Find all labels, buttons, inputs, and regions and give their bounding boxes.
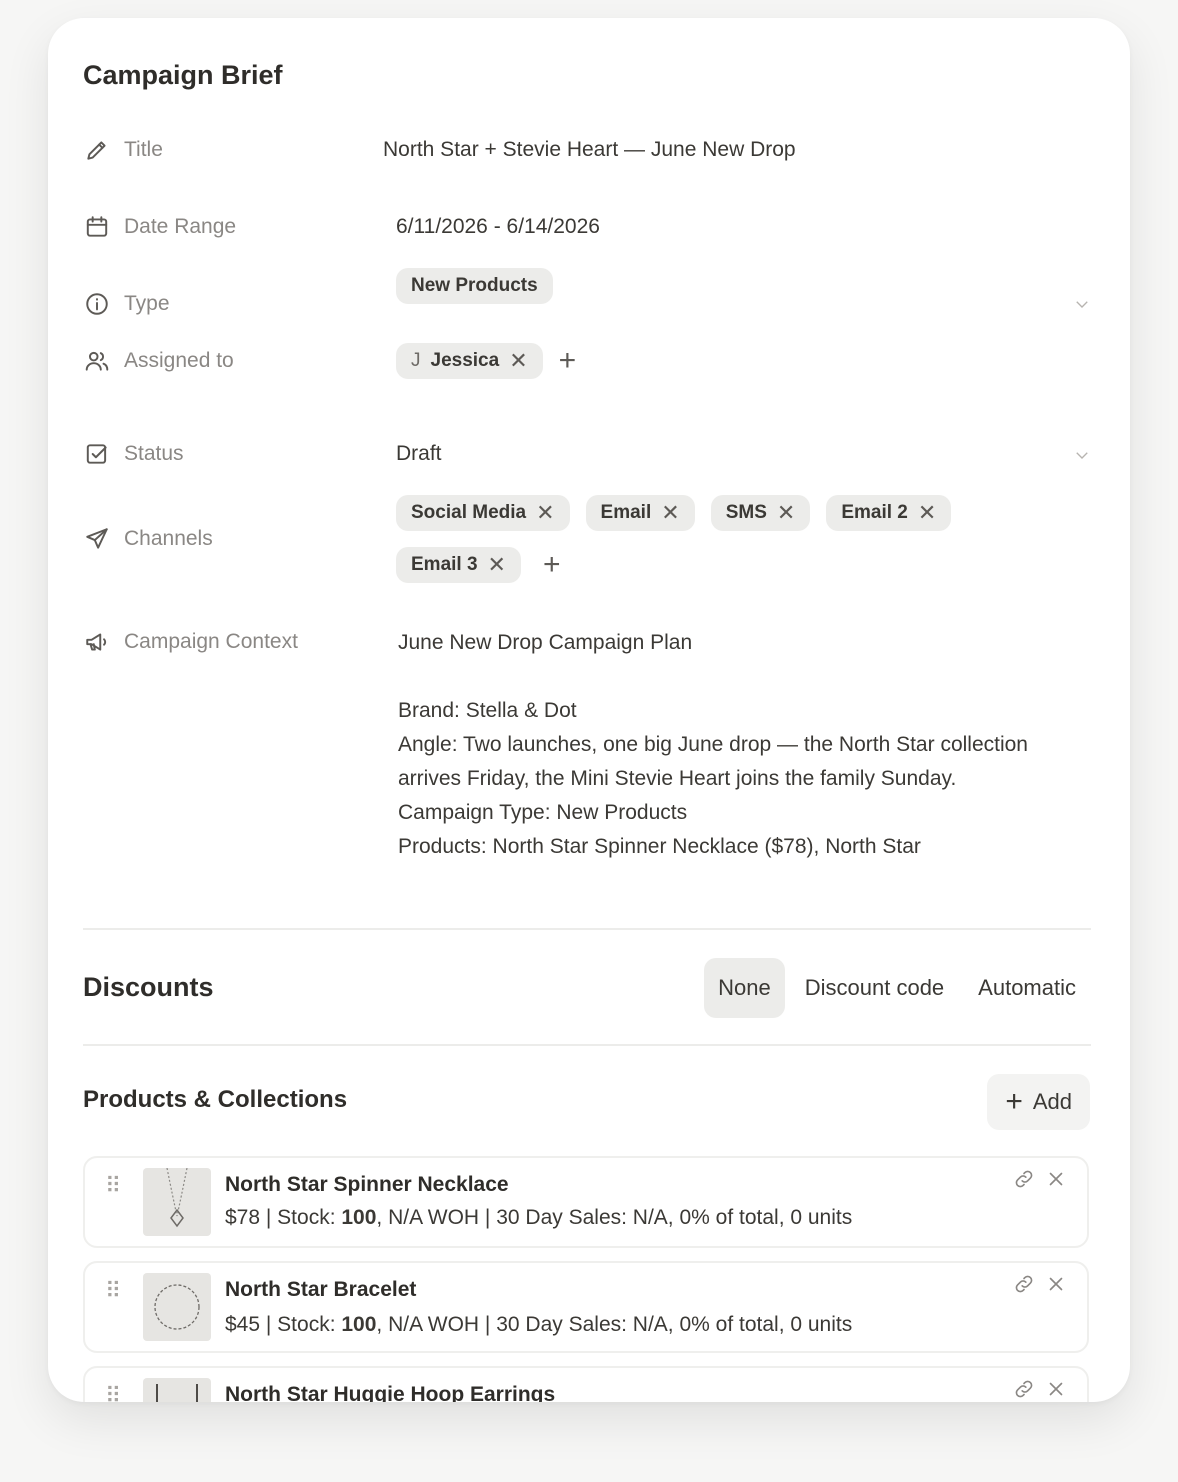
product-row[interactable]: ⠿ North Star Spinner Necklace $78 | Stoc…	[83, 1156, 1089, 1248]
add-assignee-icon[interactable]: +	[559, 346, 577, 376]
drag-handle-icon[interactable]: ⠿	[105, 1175, 121, 1197]
add-product-button[interactable]: + Add	[987, 1074, 1090, 1130]
title-input[interactable]: North Star + Stevie Heart — June New Dro…	[383, 138, 796, 162]
users-icon	[83, 347, 110, 374]
remove-channel-icon[interactable]: ✕	[777, 502, 795, 524]
type-select[interactable]: New Products	[396, 268, 553, 304]
card-title: Campaign Brief	[83, 60, 283, 90]
field-label-assigned: Assigned to	[83, 347, 234, 374]
assignee-chip[interactable]: J Jessica ✕	[396, 343, 543, 379]
field-label-title: Title	[83, 136, 163, 163]
close-icon[interactable]	[1045, 1378, 1067, 1402]
megaphone-icon	[83, 628, 110, 655]
discount-type-toggle: None Discount code Automatic	[704, 958, 1090, 1018]
info-icon	[83, 290, 110, 317]
date-range-picker[interactable]: 6/11/2026 - 6/14/2026	[396, 215, 600, 239]
product-name: North Star Huggie Hoop Earrings	[225, 1383, 556, 1402]
remove-channel-icon[interactable]: ✕	[536, 502, 554, 524]
campaign-brief-card: Campaign Brief Title North Star + Stevie…	[48, 18, 1130, 1402]
chevron-down-icon[interactable]	[1071, 293, 1093, 315]
chevron-down-icon[interactable]	[1071, 444, 1093, 466]
channel-chip[interactable]: Email ✕	[585, 495, 695, 531]
channel-chips: Social Media ✕ Email ✕ SMS ✕ Email 2 ✕ Email…	[396, 495, 1036, 583]
field-label-type: Type	[83, 290, 170, 317]
campaign-context-textarea[interactable]: June New Drop Campaign Plan Brand: Stell…	[398, 626, 1088, 886]
type-pill: New Products	[396, 268, 553, 304]
field-label-date-range: Date Range	[83, 213, 236, 240]
remove-channel-icon[interactable]: ✕	[661, 502, 679, 524]
field-label-context: Campaign Context	[83, 628, 298, 655]
field-context: Campaign Context June New Drop Campaign …	[83, 626, 1093, 888]
discount-automatic-button[interactable]: Automatic	[964, 958, 1090, 1018]
product-row[interactable]: ⠿ North Star Bracelet $45 | Stock: 100, …	[83, 1261, 1089, 1353]
channel-chip[interactable]: Email 2 ✕	[826, 495, 952, 531]
drag-handle-icon[interactable]: ⠿	[105, 1280, 121, 1302]
assignee-initial: J	[411, 350, 421, 371]
field-status: Status Draft	[83, 440, 1093, 474]
field-label-status: Status	[83, 440, 184, 467]
discounts-title: Discounts	[83, 972, 214, 1002]
field-title: Title North Star + Stevie Heart — June N…	[83, 136, 1093, 170]
pencil-icon	[83, 136, 110, 163]
remove-channel-icon[interactable]: ✕	[918, 502, 936, 524]
field-assigned: Assigned to J Jessica ✕ +	[83, 343, 1093, 385]
checkbox-icon	[83, 440, 110, 467]
plus-icon: +	[1005, 1085, 1023, 1118]
field-date-range: Date Range 6/11/2026 - 6/14/2026	[83, 213, 1093, 247]
status-select[interactable]: Draft	[396, 442, 442, 466]
product-meta: $78 | Stock: 100, N/A WOH | 30 Day Sales…	[225, 1206, 853, 1229]
close-icon[interactable]	[1045, 1273, 1067, 1300]
calendar-icon	[83, 213, 110, 240]
products-title: Products & Collections	[83, 1086, 348, 1113]
product-name: North Star Bracelet	[225, 1278, 417, 1301]
send-icon	[83, 525, 110, 552]
channel-chip[interactable]: Email 3 ✕	[396, 547, 521, 583]
drag-handle-icon[interactable]: ⠿	[105, 1385, 121, 1403]
discount-none-button[interactable]: None	[704, 958, 785, 1018]
product-thumbnail	[143, 1378, 211, 1402]
remove-assignee-icon[interactable]: ✕	[509, 350, 527, 372]
product-name: North Star Spinner Necklace	[225, 1173, 509, 1196]
assignee-name: Jessica	[430, 350, 500, 371]
link-icon[interactable]	[1013, 1273, 1035, 1300]
add-channel-icon[interactable]: +	[543, 550, 561, 580]
product-meta: $45 | Stock: 100, N/A WOH | 30 Day Sales…	[225, 1313, 853, 1336]
divider	[83, 1044, 1091, 1046]
field-channels: Channels Social Media ✕ Email ✕ SMS ✕ Email…	[83, 495, 1093, 585]
product-row[interactable]: ⠿ North Star Huggie Hoop Earrings	[83, 1366, 1089, 1402]
product-thumbnail	[143, 1273, 211, 1341]
discount-code-button[interactable]: Discount code	[791, 958, 958, 1018]
divider	[83, 928, 1091, 930]
channel-chip[interactable]: SMS ✕	[710, 495, 811, 531]
close-icon[interactable]	[1045, 1168, 1067, 1195]
remove-channel-icon[interactable]: ✕	[488, 554, 506, 576]
field-label-channels: Channels	[83, 525, 213, 552]
product-thumbnail	[143, 1168, 211, 1236]
link-icon[interactable]	[1013, 1168, 1035, 1195]
channel-chip[interactable]: Social Media ✕	[396, 495, 570, 531]
link-icon[interactable]	[1013, 1378, 1035, 1402]
field-type: Type New Products	[83, 268, 1093, 315]
